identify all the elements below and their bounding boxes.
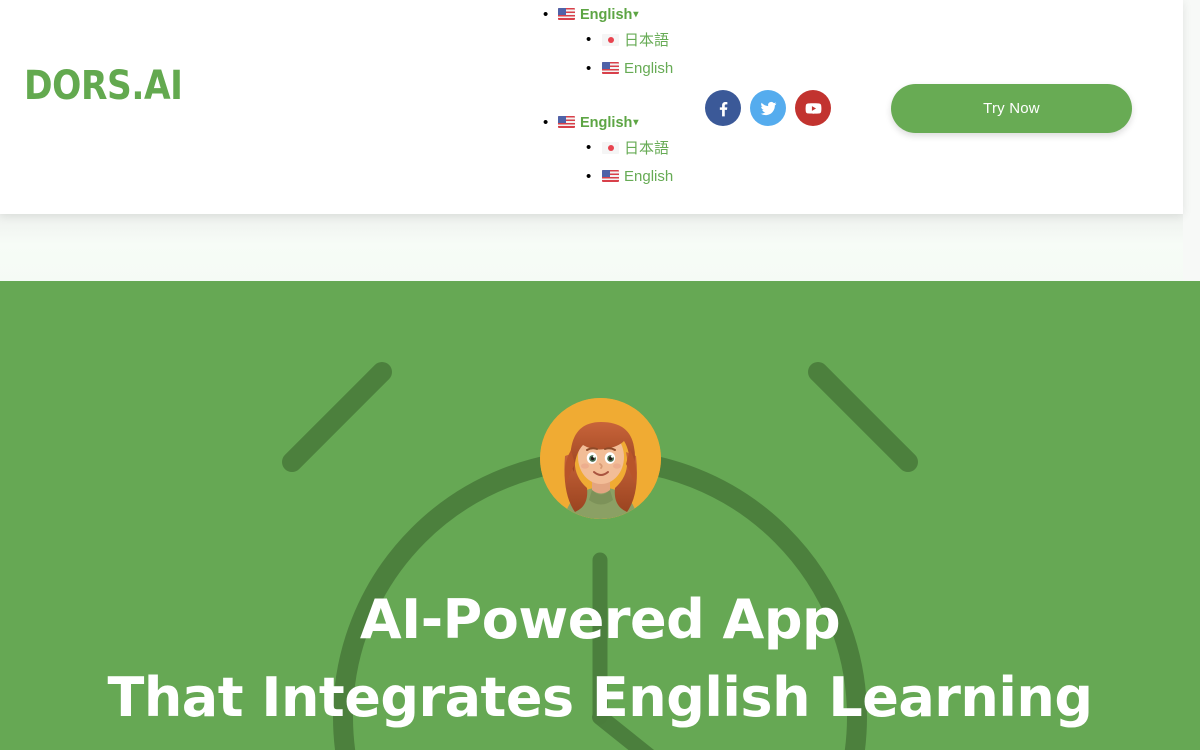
language-switcher-1: English▾ 日本語 English: [540, 4, 673, 83]
try-now-button[interactable]: Try Now: [891, 84, 1132, 133]
language-option-ja-2[interactable]: 日本語: [584, 134, 673, 163]
avatar: [540, 398, 661, 519]
twitter-icon: [760, 101, 776, 115]
page-title: AI-Powered App That Integrates English L…: [0, 581, 1200, 750]
jp-flag-icon: [602, 34, 619, 46]
language-option-en-2[interactable]: English: [584, 163, 673, 191]
us-flag-icon: [558, 116, 575, 128]
facebook-link[interactable]: [705, 90, 741, 126]
us-flag-icon: [558, 8, 575, 20]
page-right-gutter: [1183, 0, 1200, 281]
youtube-link[interactable]: [795, 90, 831, 126]
girl-avatar-artwork: [540, 398, 661, 519]
language-option-label: 日本語: [624, 139, 670, 157]
headline-line-1: AI-Powered App: [359, 588, 841, 651]
headline-line-2: That Integrates English Learning: [107, 666, 1093, 729]
language-option-label: English: [624, 168, 674, 185]
language-option-label: English: [624, 60, 674, 77]
language-switcher-2: English▾ 日本語 English: [540, 112, 673, 191]
language-current-2[interactable]: English▾: [558, 112, 638, 134]
language-current-label-2: English: [580, 115, 633, 131]
us-flag-icon: [602, 170, 619, 182]
language-option-label: 日本語: [624, 31, 670, 49]
language-current-label-1: English: [580, 7, 633, 23]
diagonal-ray-right: [808, 362, 918, 472]
twitter-link[interactable]: [750, 90, 786, 126]
logo[interactable]: DORS.AI: [24, 66, 183, 106]
social-links: [705, 90, 831, 126]
header-underband: [0, 214, 1183, 281]
jp-flag-icon: [602, 142, 619, 154]
us-flag-icon: [602, 62, 619, 74]
facebook-icon: [719, 101, 727, 116]
language-parent-item-1[interactable]: English▾ 日本語 English: [540, 4, 673, 83]
chevron-down-icon: ▾: [633, 9, 639, 20]
language-option-en-1[interactable]: English: [584, 55, 673, 83]
language-options-1: 日本語 English: [558, 26, 673, 83]
language-option-ja-1[interactable]: 日本語: [584, 26, 673, 55]
language-options-2: 日本語 English: [558, 134, 673, 191]
language-parent-item-2[interactable]: English▾ 日本語 English: [540, 112, 673, 191]
language-current-1[interactable]: English▾: [558, 4, 638, 26]
diagonal-ray-left: [282, 362, 392, 472]
page-root: AI-Powered App That Integrates English L…: [0, 0, 1200, 750]
site-header: DORS.AI English▾ 日本語: [0, 0, 1183, 214]
youtube-icon: [805, 102, 821, 114]
hero-section: AI-Powered App That Integrates English L…: [0, 281, 1200, 750]
chevron-down-icon: ▾: [633, 117, 639, 128]
headline-line-3: Into Your Daily Life: [0, 737, 1200, 750]
